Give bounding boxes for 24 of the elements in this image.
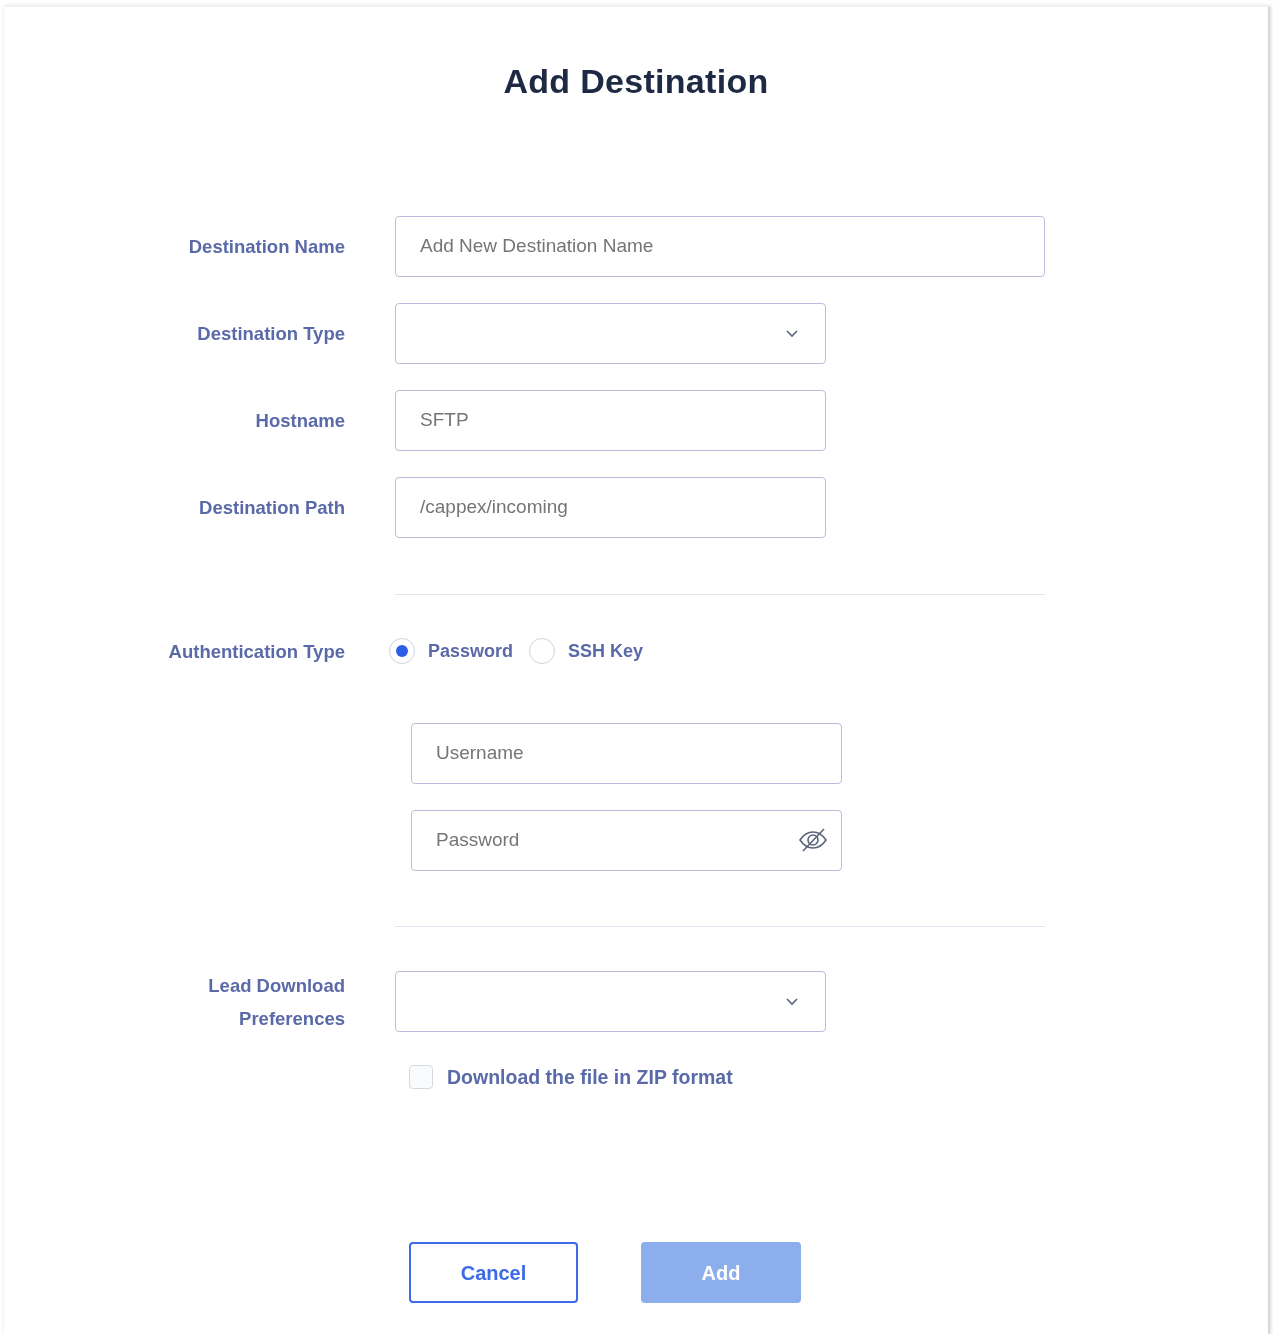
- radio-label[interactable]: Password: [428, 637, 514, 665]
- eye-slash-icon[interactable]: [798, 826, 828, 853]
- radio-button[interactable]: [529, 638, 556, 665]
- checkbox-label[interactable]: Download the file in ZIP format: [447, 1062, 733, 1093]
- select-field[interactable]: [395, 971, 826, 1033]
- field-label: Destination Path: [198, 495, 345, 520]
- chevron-down-icon: [785, 328, 799, 338]
- checkbox[interactable]: [409, 1065, 433, 1090]
- input-field[interactable]: SFTP: [395, 389, 826, 451]
- input-field[interactable]: Add New Destination Name: [395, 215, 1045, 277]
- field-label: Destination Type: [196, 321, 345, 346]
- field-label: Authentication Type: [167, 639, 345, 664]
- cancel-button[interactable]: Cancel: [409, 1242, 578, 1304]
- input-field[interactable]: /cappex/incoming: [395, 476, 826, 538]
- chevron-down-icon: [785, 997, 799, 1007]
- select-field[interactable]: [395, 302, 826, 364]
- dialog-title: Add Destination: [502, 61, 770, 102]
- input-field[interactable]: Username: [411, 722, 842, 784]
- password-field[interactable]: Password: [411, 809, 842, 871]
- field-label: Destination Name: [187, 234, 345, 259]
- radio-button[interactable]: [389, 638, 415, 665]
- field-label: Hostname: [254, 408, 345, 433]
- field-label: Lead Download Preferences: [207, 973, 345, 1031]
- radio-label[interactable]: SSH Key: [568, 637, 644, 665]
